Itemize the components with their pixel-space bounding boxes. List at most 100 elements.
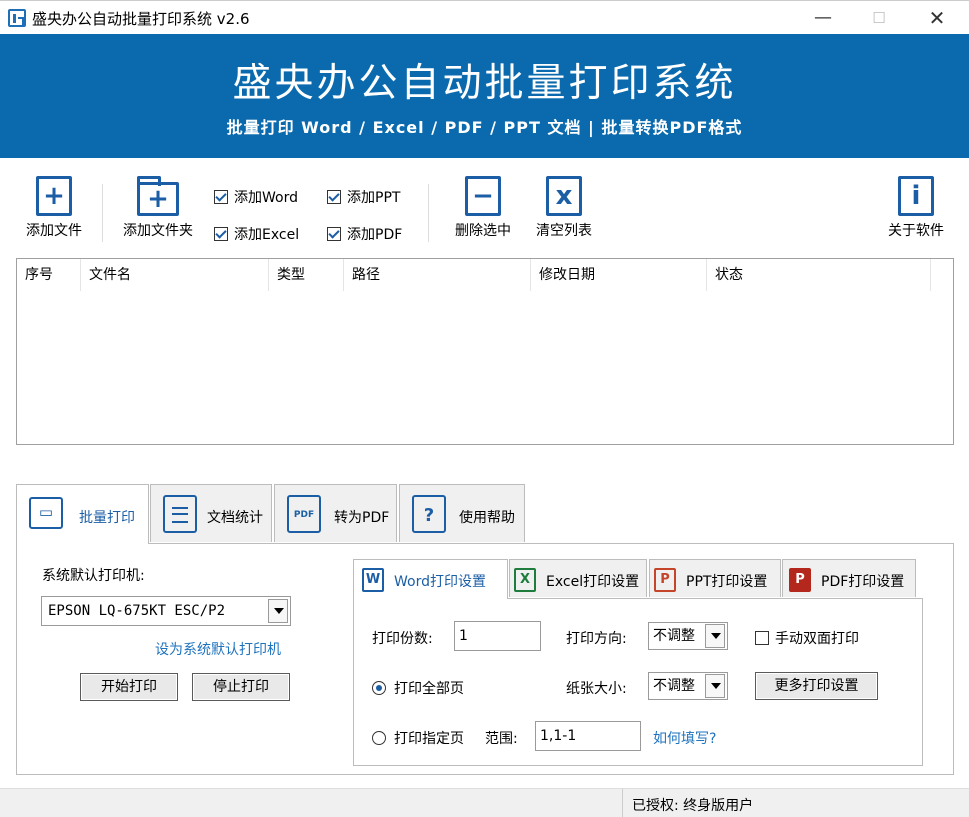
printer-select[interactable]: EPSON LQ-675KT ESC/P2 bbox=[41, 596, 291, 626]
orientation-select[interactable]: 不调整 bbox=[648, 622, 728, 650]
range-input[interactable]: 1,1-1 bbox=[535, 721, 641, 751]
checkbox-checked-icon bbox=[327, 227, 341, 241]
add-ppt-label: 添加PPT bbox=[347, 190, 401, 206]
banner-subtitle: 批量打印 Word / Excel / PDF / PPT 文档 | 批量转换P… bbox=[226, 118, 743, 137]
about-label: 关于软件 bbox=[888, 223, 944, 239]
tab-word-settings-label: Word打印设置 bbox=[394, 574, 486, 590]
stop-print-button[interactable]: 停止打印 bbox=[192, 673, 290, 701]
checkbox-checked-icon bbox=[327, 190, 341, 204]
pdf-icon: P bbox=[789, 568, 811, 592]
tab-pdf-settings[interactable]: P PDF打印设置 bbox=[782, 559, 916, 597]
duplex-label: 手动双面打印 bbox=[775, 631, 859, 647]
tab-help-label: 使用帮助 bbox=[459, 510, 515, 526]
orientation-select-value: 不调整 bbox=[653, 628, 695, 644]
status-bar: 已授权: 终身版用户 bbox=[0, 788, 969, 817]
add-excel-label: 添加Excel bbox=[234, 227, 300, 243]
title-bar: 盛央办公自动批量打印系统 v2.6 — ☐ ✕ bbox=[0, 0, 969, 34]
paper-size-select[interactable]: 不调整 bbox=[648, 672, 728, 700]
about-button[interactable]: i 关于软件 bbox=[884, 176, 948, 240]
tab-excel-settings[interactable]: X Excel打印设置 bbox=[509, 559, 647, 597]
file-x-icon: x bbox=[546, 176, 582, 216]
minimize-button[interactable]: — bbox=[794, 1, 852, 35]
paper-size-select-value: 不调整 bbox=[653, 678, 695, 694]
window-title: 盛央办公自动批量打印系统 v2.6 bbox=[32, 10, 250, 28]
tab-batch-print-label: 批量打印 bbox=[79, 510, 135, 526]
banner: 盛央办公自动批量打印系统 批量打印 Word / Excel / PDF / P… bbox=[0, 34, 969, 158]
tab-doc-stats-label: 文档统计 bbox=[207, 510, 263, 526]
add-pdf-label: 添加PDF bbox=[347, 227, 403, 243]
help-icon: ? bbox=[412, 495, 446, 533]
add-file-button[interactable]: + 添加文件 bbox=[22, 176, 86, 240]
toolbar: + 添加文件 + 添加文件夹 添加Word 添加PPT 添加Excel 添加PD… bbox=[0, 158, 969, 252]
app-icon bbox=[8, 9, 26, 27]
printer-select-value: EPSON LQ-675KT ESC/P2 bbox=[48, 603, 226, 619]
tab-doc-stats[interactable]: 文档统计 bbox=[150, 484, 272, 542]
tab-ppt-settings[interactable]: P PPT打印设置 bbox=[649, 559, 781, 597]
column-header-status[interactable]: 状态 bbox=[707, 259, 931, 291]
tab-to-pdf-label: 转为PDF bbox=[334, 510, 390, 526]
clear-list-button[interactable]: x 清空列表 bbox=[532, 176, 596, 240]
toolbar-divider bbox=[428, 184, 429, 242]
column-header-filename[interactable]: 文件名 bbox=[81, 259, 269, 291]
print-all-radio[interactable]: 打印全部页 bbox=[372, 678, 464, 698]
copies-label: 打印份数: bbox=[372, 631, 433, 647]
excel-icon: X bbox=[514, 568, 536, 592]
add-word-label: 添加Word bbox=[234, 190, 298, 206]
toolbar-divider bbox=[102, 184, 103, 242]
duplex-checkbox[interactable]: 手动双面打印 bbox=[755, 628, 859, 648]
start-print-button[interactable]: 开始打印 bbox=[80, 673, 178, 701]
add-folder-button[interactable]: + 添加文件夹 bbox=[118, 176, 198, 240]
file-minus-icon: − bbox=[465, 176, 501, 216]
tab-excel-settings-label: Excel打印设置 bbox=[546, 574, 640, 590]
delete-selected-label: 删除选中 bbox=[455, 223, 511, 239]
banner-title: 盛央办公自动批量打印系统 bbox=[232, 61, 737, 106]
printer-label: 系统默认打印机: bbox=[42, 568, 145, 584]
file-plus-icon: + bbox=[36, 176, 72, 216]
radio-selected-icon bbox=[372, 681, 386, 695]
checkbox-checked-icon bbox=[214, 227, 228, 241]
printer-icon: ▭ bbox=[29, 497, 63, 529]
folder-plus-icon: + bbox=[137, 176, 179, 216]
more-print-settings-button[interactable]: 更多打印设置 bbox=[755, 672, 878, 700]
print-range-radio[interactable]: 打印指定页 bbox=[372, 728, 464, 748]
print-all-label: 打印全部页 bbox=[394, 681, 464, 697]
print-range-label: 打印指定页 bbox=[394, 731, 464, 747]
tab-to-pdf[interactable]: PDF 转为PDF bbox=[274, 484, 397, 542]
tab-ppt-settings-label: PPT打印设置 bbox=[686, 574, 768, 590]
ppt-icon: P bbox=[654, 568, 676, 592]
info-icon: i bbox=[898, 176, 934, 216]
add-folder-label: 添加文件夹 bbox=[123, 223, 193, 239]
column-header-path[interactable]: 路径 bbox=[344, 259, 531, 291]
tab-batch-print[interactable]: ▭ 批量打印 bbox=[16, 484, 149, 544]
column-header-index[interactable]: 序号 bbox=[17, 259, 81, 291]
maximize-button[interactable]: ☐ bbox=[850, 1, 908, 35]
copies-input[interactable]: 1 bbox=[454, 621, 541, 651]
status-divider bbox=[622, 789, 623, 817]
add-word-checkbox[interactable]: 添加Word bbox=[214, 187, 298, 207]
add-excel-checkbox[interactable]: 添加Excel bbox=[214, 224, 299, 244]
checkbox-checked-icon bbox=[214, 190, 228, 204]
paper-size-label: 纸张大小: bbox=[566, 681, 627, 697]
close-button[interactable]: ✕ bbox=[908, 1, 966, 35]
chevron-down-icon[interactable] bbox=[705, 624, 725, 648]
radio-unselected-icon bbox=[372, 731, 386, 745]
delete-selected-button[interactable]: − 删除选中 bbox=[450, 176, 516, 240]
chevron-down-icon[interactable] bbox=[705, 674, 725, 698]
add-file-label: 添加文件 bbox=[26, 223, 82, 239]
column-header-type[interactable]: 类型 bbox=[269, 259, 344, 291]
tab-pdf-settings-label: PDF打印设置 bbox=[821, 574, 905, 590]
orientation-label: 打印方向: bbox=[566, 631, 627, 647]
how-to-fill-link[interactable]: 如何填写? bbox=[653, 728, 716, 748]
set-default-printer-link[interactable]: 设为系统默认打印机 bbox=[155, 639, 281, 659]
chevron-down-icon[interactable] bbox=[268, 599, 288, 623]
document-lines-icon bbox=[163, 495, 197, 533]
word-icon: W bbox=[362, 568, 384, 592]
add-pdf-checkbox[interactable]: 添加PDF bbox=[327, 224, 402, 244]
license-status: 已授权: 终身版用户 bbox=[632, 798, 754, 814]
column-header-modified[interactable]: 修改日期 bbox=[531, 259, 707, 291]
tab-word-settings[interactable]: W Word打印设置 bbox=[353, 559, 508, 599]
clear-list-label: 清空列表 bbox=[536, 223, 592, 239]
tab-help[interactable]: ? 使用帮助 bbox=[399, 484, 525, 542]
add-ppt-checkbox[interactable]: 添加PPT bbox=[327, 187, 400, 207]
file-list[interactable]: 序号 文件名 类型 路径 修改日期 状态 bbox=[16, 258, 954, 445]
